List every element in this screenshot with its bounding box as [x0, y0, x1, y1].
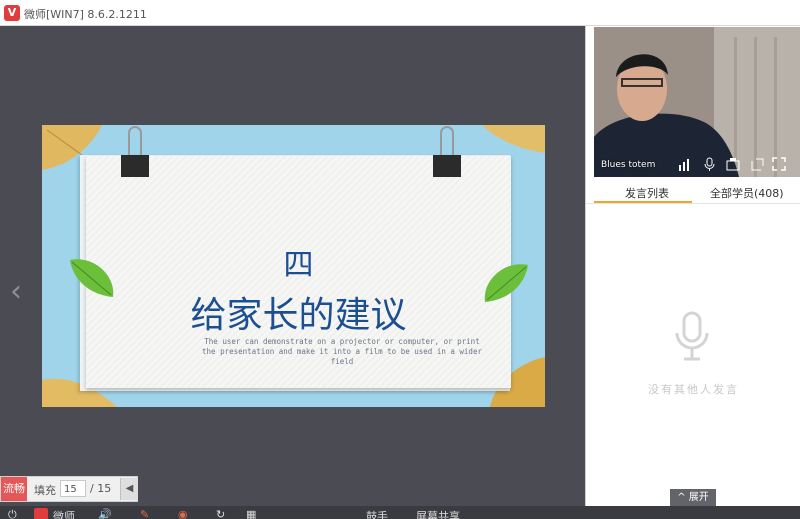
microphone-icon: [675, 311, 709, 361]
slide: 四 给家长的建议 The user can demonstrate on a p…: [42, 125, 545, 407]
chevron-left-icon[interactable]: ‹: [10, 272, 30, 312]
title-bar: V 微师[WIN7] 8.6.2.1211: [0, 0, 800, 26]
bottom-item-2[interactable]: 屏幕共享: [416, 508, 460, 519]
app-logo: V: [4, 5, 20, 21]
page-total: / 15: [90, 482, 112, 495]
active-tab-indicator: [594, 201, 692, 203]
pen-icon[interactable]: ✎: [140, 508, 149, 519]
rotate-icon[interactable]: ↻: [216, 508, 225, 519]
autumn-leaf-icon: [482, 125, 545, 153]
binder-clip-icon: [433, 126, 461, 177]
record-icon[interactable]: ◉: [178, 508, 188, 519]
popout-icon[interactable]: [750, 157, 764, 171]
microphone-icon[interactable]: [702, 157, 716, 171]
green-leaf-icon: [484, 264, 528, 302]
fill-mode-button[interactable]: 填充: [34, 482, 56, 498]
window-title: 微师[WIN7] 8.6.2.1211: [24, 8, 147, 21]
empty-state-text: 没有其他人发言: [648, 383, 739, 396]
video-username: Blues totem: [601, 160, 656, 170]
power-icon[interactable]: ⏻: [8, 508, 17, 519]
signal-icon: [679, 159, 689, 171]
paper-note: 四 给家长的建议 The user can demonstrate on a p…: [86, 156, 511, 388]
speaker-icon[interactable]: 🔊: [98, 508, 112, 519]
slide-body-text: The user can demonstrate on a projector …: [202, 337, 482, 366]
triangle-left-icon[interactable]: ◀: [120, 478, 138, 500]
page-number-input[interactable]: 15: [60, 480, 86, 497]
expand-button[interactable]: ^ 展开: [670, 489, 716, 506]
fluency-button[interactable]: 流畅: [1, 477, 27, 501]
camera-switch-icon[interactable]: [726, 157, 740, 171]
brand-logo-icon: [34, 508, 48, 519]
binder-clip-icon: [121, 126, 149, 177]
tab-all-students[interactable]: 全部学员(408): [710, 185, 784, 201]
expand-label: 展开: [688, 492, 709, 503]
green-leaf-icon: [70, 259, 114, 297]
slide-section-number: 四: [283, 248, 314, 283]
bottom-toolbar: ⏻ 微师 🔊 ✎ ◉ ↻ ▦ 鼓手 屏幕共享: [0, 506, 800, 519]
bottom-item-1[interactable]: 鼓手: [366, 508, 388, 519]
right-panel: Blues totem 发言列表 全部学员(408) 没有其他人发言: [585, 26, 800, 506]
teacher-video: Blues totem: [594, 27, 800, 177]
tab-speech-list[interactable]: 发言列表: [625, 185, 669, 201]
page-controls: 流畅 填充 15 / 15 ◀: [0, 476, 138, 502]
fullscreen-icon[interactable]: [772, 157, 786, 171]
grid-icon[interactable]: ▦: [246, 508, 256, 519]
slide-title: 给家长的建议: [190, 295, 407, 336]
brand-label: 微师: [53, 510, 75, 519]
panel-tabs: 发言列表 全部学员(408): [586, 181, 800, 204]
video-frame: [594, 27, 800, 177]
